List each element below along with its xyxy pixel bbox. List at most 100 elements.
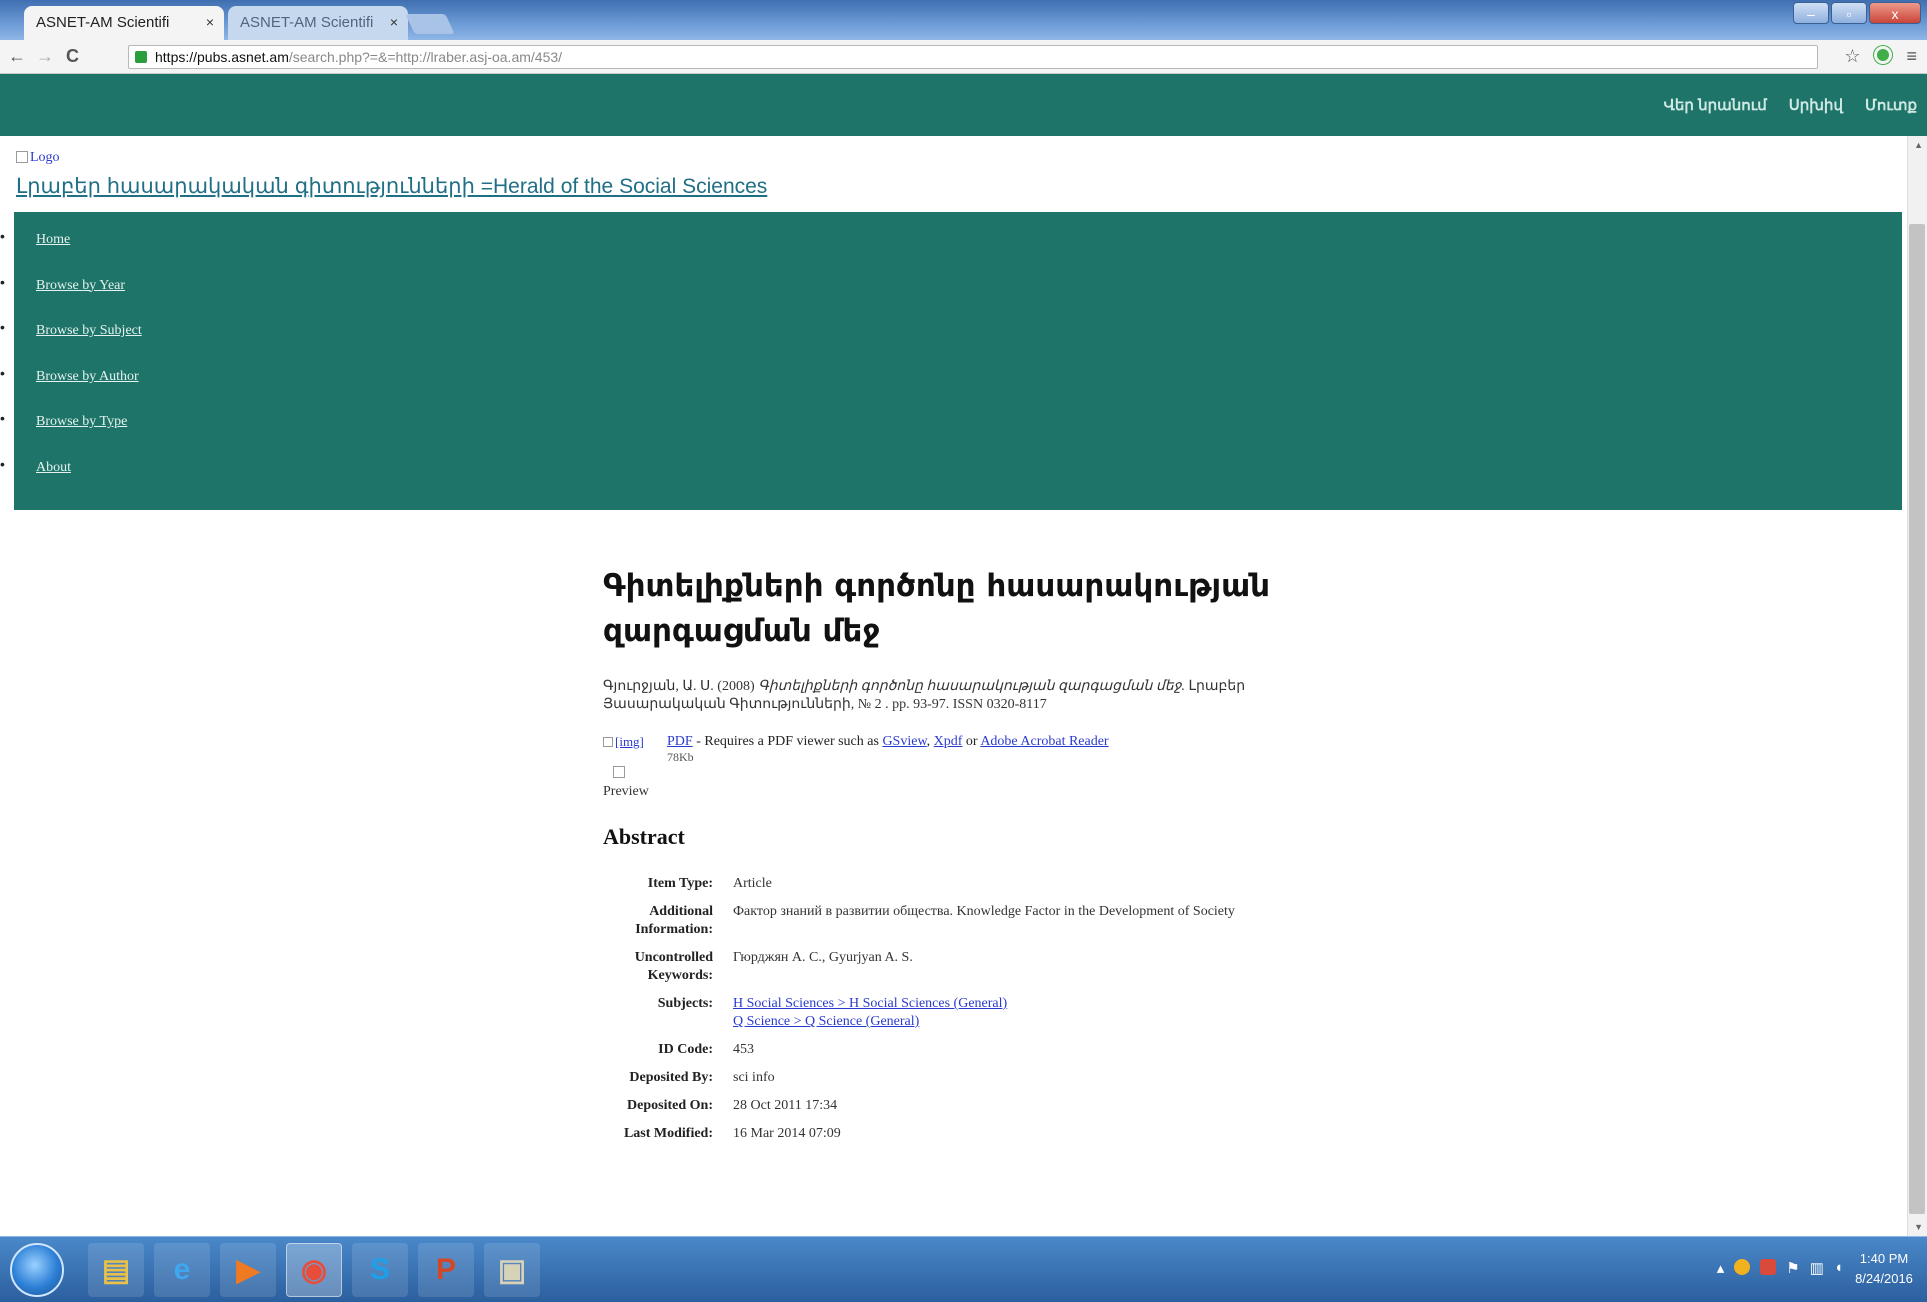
minimize-button[interactable]: – — [1793, 2, 1829, 24]
browser-tab-inactive[interactable]: ASNET-AM Scientifi × — [228, 6, 408, 40]
nav-link-home[interactable]: Home — [36, 232, 70, 248]
logo-image[interactable]: Logo — [16, 150, 60, 166]
meta-value: H Social Sciences > H Social Sciences (G… — [733, 990, 1293, 1036]
nav-link-about[interactable]: About — [36, 460, 71, 476]
scrollbar[interactable]: ▲ ▼ — [1907, 136, 1927, 1236]
network-icon[interactable]: ▥ — [1810, 1259, 1824, 1277]
top-bar: Վեր նրանում Սրխիվ Մուտք — [0, 74, 1927, 136]
pdf-link[interactable]: PDF — [667, 734, 693, 749]
clock-date: 8/24/2016 — [1855, 1271, 1913, 1286]
maximize-button[interactable]: ▫ — [1831, 2, 1867, 24]
broken-image-icon — [603, 737, 613, 747]
volume-icon[interactable]: ◖ — [1834, 1259, 1843, 1277]
windows-taskbar: ▤ e ▶ ◉ S P ▣ ▴ ⚑ ▥ ◖ 1:40 PM 8/24/2016 — [0, 1236, 1927, 1302]
meta-label: Last Modified: — [623, 1126, 713, 1141]
page-title: Գիտելիքների գործոնը հասարակության զարգաց… — [603, 568, 1271, 649]
new-tab-button[interactable] — [405, 14, 455, 34]
meta-value: Article — [733, 876, 772, 891]
meta-label: Deposited By: — [629, 1070, 713, 1085]
forward-arrow-icon[interactable]: → — [36, 46, 54, 67]
scroll-up-arrow-icon[interactable]: ▲ — [1914, 140, 1923, 150]
internet-explorer-icon[interactable]: e — [154, 1243, 210, 1297]
table-row: Last Modified: 16 Mar 2014 07:09 — [623, 1120, 1293, 1148]
top-link-login[interactable]: Մուտք — [1865, 96, 1917, 114]
citation: Գյուրջյան, Ա. Ս. (2008) Գիտելիքների գործ… — [603, 678, 1323, 714]
tray-expand-icon[interactable]: ▴ — [1717, 1259, 1725, 1277]
menu-icon[interactable]: ≡ — [1906, 46, 1917, 67]
site-title-link[interactable]: Լրաբեր հասարակական գիտությունների =Heral… — [16, 174, 767, 199]
table-row: Item Type: Article — [623, 870, 1293, 898]
eprint-content: Գիտելիքների գործոնը հասարակության զարգաց… — [603, 564, 1323, 1148]
gsview-link[interactable]: GSview — [882, 734, 926, 749]
tray-app-icon[interactable] — [1734, 1259, 1751, 1275]
app-icon[interactable]: ▣ — [484, 1243, 540, 1297]
meta-value: Фактор знаний в развитии общества. Knowl… — [733, 904, 1235, 919]
url-host: https://pubs.asnet.am — [155, 49, 289, 65]
powerpoint-icon[interactable]: P — [418, 1243, 474, 1297]
action-center-flag-icon[interactable]: ⚑ — [1786, 1259, 1799, 1277]
media-player-icon[interactable]: ▶ — [220, 1243, 276, 1297]
reload-icon[interactable]: C — [66, 46, 79, 67]
logo-alt-text: Logo — [30, 150, 60, 165]
nav-item-type: Browse by Type — [0, 408, 1902, 454]
meta-label: Item Type: — [647, 876, 713, 891]
clock-time: 1:40 PM — [1859, 1251, 1909, 1266]
scrollbar-thumb[interactable] — [1909, 224, 1925, 1214]
nav-link-browse-type[interactable]: Browse by Type — [36, 414, 127, 430]
nav-link-browse-year[interactable]: Browse by Year — [36, 278, 125, 294]
nav-item-author: Browse by Author — [0, 363, 1902, 409]
explorer-icon[interactable]: ▤ — [88, 1243, 144, 1297]
meta-label: Uncontrolled Keywords: — [634, 950, 713, 983]
tab-close-icon[interactable]: × — [206, 14, 214, 30]
top-link-archive[interactable]: Սրխիվ — [1789, 96, 1843, 114]
system-tray: ▴ ⚑ ▥ ◖ — [1717, 1259, 1843, 1277]
browser-tab-active[interactable]: ASNET-AM Scientifi × — [24, 6, 224, 40]
nav-item-subject: Browse by Subject — [0, 317, 1902, 363]
main-nav: Home Browse by Year Browse by Subject Br… — [0, 212, 1902, 510]
bookmark-star-icon[interactable]: ☆ — [1844, 46, 1860, 67]
table-row: Additional Information: Фактор знаний в … — [623, 898, 1293, 944]
nav-link-browse-subject[interactable]: Browse by Subject — [36, 323, 142, 339]
preview-image-icon[interactable] — [613, 766, 625, 778]
tray-app-icon[interactable] — [1760, 1259, 1777, 1275]
xpdf-link[interactable]: Xpdf — [934, 734, 963, 749]
top-links: Վեր նրանում Սրխիվ Մուտք — [1664, 96, 1917, 114]
browser-titlebar: ASNET-AM Scientifi × ASNET-AM Scientifi … — [0, 0, 1927, 40]
acrobat-reader-link[interactable]: Adobe Acrobat Reader — [980, 734, 1108, 749]
nav-item-year: Browse by Year — [0, 272, 1902, 318]
back-arrow-icon[interactable]: ← — [8, 46, 26, 67]
meta-value: 16 Mar 2014 07:09 — [733, 1126, 841, 1141]
table-row: Uncontrolled Keywords: Гюрджян А. С., Gy… — [623, 944, 1293, 990]
nav-item-home: Home — [0, 226, 1902, 272]
subject-link[interactable]: H Social Sciences > H Social Sciences (G… — [733, 995, 1293, 1013]
meta-label: Deposited On: — [627, 1098, 713, 1113]
window-controls: – ▫ x — [1793, 2, 1921, 24]
top-link-search[interactable]: Վեր նրանում — [1664, 96, 1767, 114]
meta-value: 28 Oct 2011 17:34 — [733, 1098, 838, 1113]
meta-value: Гюрджян А. С., Gyurjyan A. S. — [733, 950, 913, 965]
table-row: Deposited On: 28 Oct 2011 17:34 — [623, 1092, 1293, 1120]
taskbar-apps: ▤ e ▶ ◉ S P ▣ — [88, 1243, 540, 1297]
document-icon[interactable]: [img] — [603, 734, 644, 750]
skype-icon[interactable]: S — [352, 1243, 408, 1297]
document-icon-alt: [img] — [615, 734, 644, 749]
nav-link-browse-author[interactable]: Browse by Author — [36, 369, 139, 385]
citation-title: Գիտելիքների գործոնը հասարակության զարգաց… — [758, 679, 1186, 694]
close-window-button[interactable]: x — [1869, 2, 1921, 24]
system-clock[interactable]: 1:40 PM 8/24/2016 — [1849, 1249, 1919, 1289]
start-button[interactable] — [10, 1243, 64, 1297]
url-path: /search.php?=&=http://lraber.asj-oa.am/4… — [288, 49, 563, 65]
citation-authors: Գյուրջյան, Ա. Ս. (2008) — [603, 679, 755, 694]
meta-value: 453 — [733, 1042, 754, 1057]
url-field[interactable]: https://pubs.asnet.am/search.php?=&=http… — [128, 45, 1818, 69]
tab-close-icon[interactable]: × — [390, 14, 398, 30]
web-page: Վեր նրանում Սրխիվ Մուտք Logo Լրաբեր հասա… — [0, 74, 1927, 1236]
scroll-down-arrow-icon[interactable]: ▼ — [1914, 1222, 1923, 1232]
table-row: Deposited By: sci info — [623, 1064, 1293, 1092]
address-bar: ← → C https://pubs.asnet.am/search.php?=… — [0, 40, 1927, 74]
extension-icon[interactable] — [1874, 46, 1893, 64]
doc-text: or — [962, 734, 981, 749]
chrome-icon[interactable]: ◉ — [286, 1243, 342, 1297]
preview-label: Preview — [603, 784, 649, 799]
subject-link[interactable]: Q Science > Q Science (General) — [733, 1013, 1293, 1031]
